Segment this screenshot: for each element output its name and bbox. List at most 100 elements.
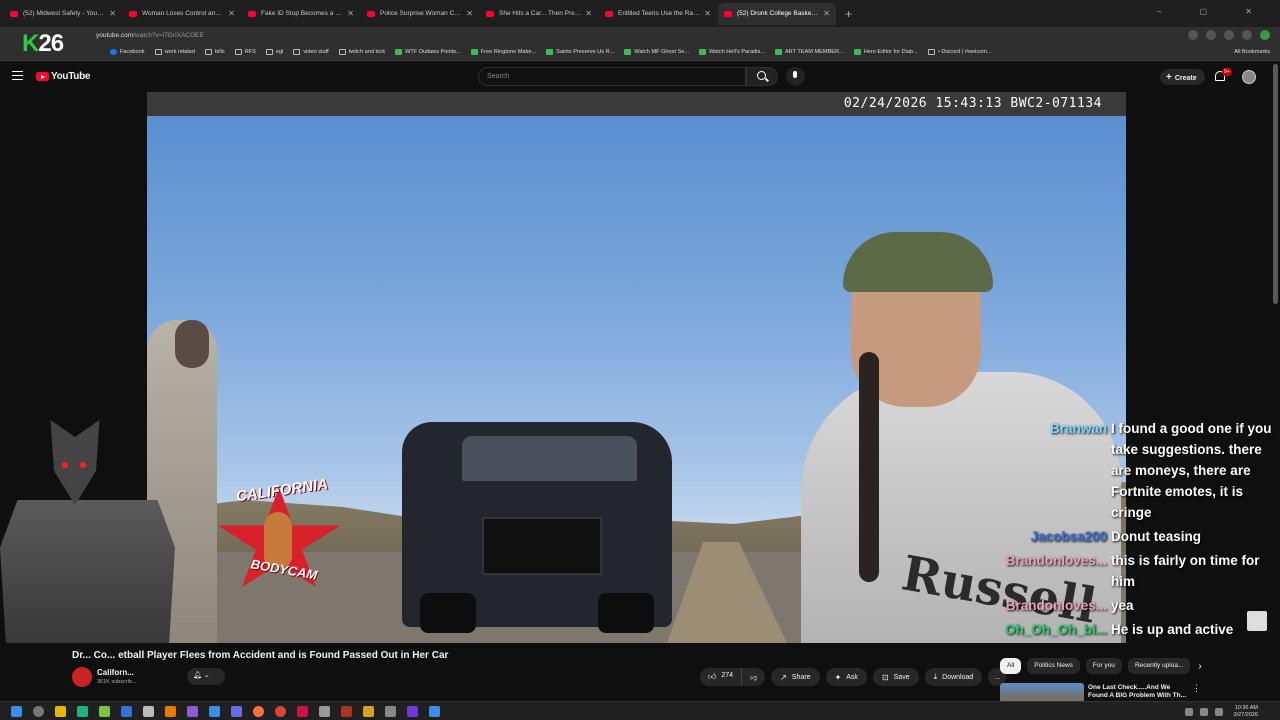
chat-text: Donut teasing bbox=[1111, 529, 1201, 544]
like-dislike: 👍︎ 274 👎︎ bbox=[700, 668, 766, 686]
like-button[interactable]: 👍︎ 274 bbox=[700, 668, 743, 686]
share-button[interactable]: ↗ Share bbox=[771, 668, 820, 686]
ask-button[interactable]: ✦ Ask bbox=[825, 668, 867, 686]
app-icon[interactable] bbox=[77, 705, 88, 717]
window-controls[interactable]: – ▢ ✕ bbox=[1157, 7, 1270, 16]
channel-avatar[interactable] bbox=[72, 667, 92, 687]
dislike-button[interactable]: 👎︎ bbox=[742, 669, 765, 686]
close-tab-icon[interactable]: ✕ bbox=[466, 9, 473, 18]
recommendation-title[interactable]: One Last Check.....And We Found A BIG Pr… bbox=[1088, 684, 1188, 700]
close-tab-icon[interactable]: ✕ bbox=[704, 9, 711, 18]
filter-chip[interactable]: Politics News bbox=[1027, 658, 1080, 674]
app-icon[interactable] bbox=[187, 705, 198, 717]
filter-chip[interactable]: For you bbox=[1085, 658, 1122, 674]
create-button[interactable]: + Create bbox=[1160, 69, 1205, 85]
channel-name[interactable]: Californ... bbox=[97, 668, 134, 677]
bookmark-item[interactable]: Watch MF Ghost Se... bbox=[624, 49, 689, 55]
system-tray: 10:36 AM 3/27/2026 bbox=[1184, 705, 1258, 719]
app-icon[interactable] bbox=[407, 705, 418, 717]
app-icon[interactable] bbox=[297, 705, 308, 717]
app-icon[interactable] bbox=[341, 705, 352, 717]
search-input[interactable]: Search bbox=[478, 67, 746, 86]
extension-icon[interactable] bbox=[1188, 30, 1198, 40]
app-icon[interactable] bbox=[143, 705, 154, 717]
app-icon[interactable] bbox=[209, 705, 220, 717]
url-field[interactable]: youtube.com/watch?v=l7GrIXACOEE bbox=[96, 32, 204, 39]
recommendation-menu-icon[interactable]: ⋮ bbox=[1192, 683, 1201, 694]
bookmark-label: bills bbox=[215, 49, 225, 55]
close-tab-icon[interactable]: ✕ bbox=[823, 9, 830, 18]
app-icon[interactable] bbox=[429, 705, 440, 717]
recommendation-thumbnail[interactable] bbox=[1000, 683, 1084, 703]
bookmark-item[interactable]: ART TEAM MEMBER... bbox=[774, 49, 844, 55]
filter-chip[interactable]: All bbox=[1000, 658, 1022, 674]
clock[interactable]: 10:36 AM 3/27/2026 bbox=[1234, 705, 1258, 719]
profile-icon[interactable] bbox=[1260, 30, 1270, 40]
youtube-logo[interactable]: YouTube bbox=[36, 71, 91, 82]
bookmark-item[interactable]: Saints Preserve Us R... bbox=[546, 49, 614, 55]
bookmark-item[interactable]: Free Ringtone Make... bbox=[470, 49, 536, 55]
bookmark-item[interactable]: twitch and kick bbox=[338, 49, 385, 55]
browser-tab[interactable]: Entitled Teens Use the Race Ca... ✕ bbox=[599, 3, 717, 25]
app-icon[interactable] bbox=[319, 705, 330, 717]
bookmark-item[interactable]: video stuff bbox=[293, 49, 329, 55]
page-scrollbar[interactable] bbox=[1273, 64, 1278, 304]
bookmark-item[interactable]: egl bbox=[265, 49, 283, 55]
search-icon[interactable] bbox=[746, 67, 778, 86]
bookmark-item[interactable]: WTF Outlaws Points... bbox=[395, 49, 461, 55]
mic-icon[interactable] bbox=[786, 67, 805, 86]
subscribed-bell-button[interactable]: 🔔︎ ⌄ bbox=[187, 668, 225, 685]
browser-tab[interactable]: (52) Drunk College Basketb... ✕ bbox=[718, 2, 836, 25]
video-player[interactable]: 02/24/2026 15:43:13 BWC2-071134 Russell … bbox=[147, 92, 1126, 643]
wifi-icon[interactable] bbox=[1199, 708, 1208, 716]
settings-icon[interactable] bbox=[385, 705, 396, 717]
tab-title: (52) Drunk College Basketb... bbox=[737, 10, 820, 17]
filter-chip[interactable]: Recently uploa... bbox=[1127, 658, 1191, 674]
star-icon[interactable] bbox=[1206, 30, 1216, 40]
bookmark-item[interactable]: Watch Hell's Paradis... bbox=[699, 49, 765, 55]
app-icon[interactable] bbox=[121, 705, 132, 717]
chevron-right-icon[interactable]: › bbox=[1198, 661, 1201, 672]
app-icon[interactable] bbox=[363, 705, 374, 717]
chrome-icon[interactable] bbox=[275, 705, 286, 717]
browser-tab[interactable]: She Hits a Car... Then Pretends... ✕ bbox=[480, 3, 598, 25]
account-avatar[interactable] bbox=[1242, 70, 1256, 84]
save-button[interactable]: ⊡ Save bbox=[872, 668, 919, 686]
tab-title: Police Surprise Woman Carryin... bbox=[380, 10, 463, 17]
new-tab-button[interactable]: + bbox=[845, 7, 852, 21]
app-icon[interactable] bbox=[231, 705, 242, 717]
bookmark-item[interactable]: RFS bbox=[234, 49, 256, 55]
volume-icon[interactable] bbox=[1214, 708, 1223, 716]
close-tab-icon[interactable]: ✕ bbox=[228, 9, 235, 18]
start-icon[interactable] bbox=[11, 705, 22, 717]
bookmark-item[interactable]: work related bbox=[154, 49, 195, 55]
tab-title: (52) Midwest Safety - YouTube bbox=[23, 10, 106, 17]
browser-tab[interactable]: Fake ID Stop Becomes a Full-B... ✕ bbox=[242, 3, 360, 25]
app-icon[interactable] bbox=[165, 705, 176, 717]
youtube-favicon-icon bbox=[605, 10, 613, 17]
chat-message: Brandonloves... yea bbox=[1005, 595, 1275, 616]
app-icon[interactable] bbox=[99, 705, 110, 717]
close-tab-icon[interactable]: ✕ bbox=[109, 9, 116, 18]
browser-tab[interactable]: Woman Loses Control and Ca... ✕ bbox=[123, 3, 241, 25]
bookmark-item[interactable]: Facebook bbox=[110, 49, 145, 55]
url-path: /watch?v=l7GrIXACOEE bbox=[133, 32, 204, 39]
menu-icon[interactable] bbox=[12, 71, 23, 80]
all-bookmarks[interactable]: All Bookmarks bbox=[1234, 49, 1270, 55]
search-taskbar-icon[interactable] bbox=[33, 705, 44, 717]
browser-tab[interactable]: (52) Midwest Safety - YouTube ✕ bbox=[4, 3, 122, 25]
puzzle-icon[interactable] bbox=[1224, 30, 1234, 40]
close-tab-icon[interactable]: ✕ bbox=[347, 9, 354, 18]
close-tab-icon[interactable]: ✕ bbox=[585, 9, 592, 18]
bookmark-item[interactable]: Hero Editor for Diab... bbox=[853, 49, 918, 55]
tab-title: Woman Loses Control and Ca... bbox=[142, 10, 224, 17]
downloads-icon[interactable] bbox=[1242, 30, 1252, 40]
firefox-icon[interactable] bbox=[253, 705, 264, 717]
bookmark-item[interactable]: bills bbox=[205, 49, 225, 55]
plus-icon: + bbox=[1166, 72, 1172, 83]
explorer-icon[interactable] bbox=[55, 705, 66, 717]
tray-icon[interactable] bbox=[1184, 708, 1193, 716]
browser-tab[interactable]: Police Surprise Woman Carryin...✕ bbox=[361, 3, 479, 25]
download-button[interactable]: ⤓ Download bbox=[924, 668, 983, 686]
bookmark-item[interactable]: • Discord | #welcom... bbox=[927, 49, 992, 55]
